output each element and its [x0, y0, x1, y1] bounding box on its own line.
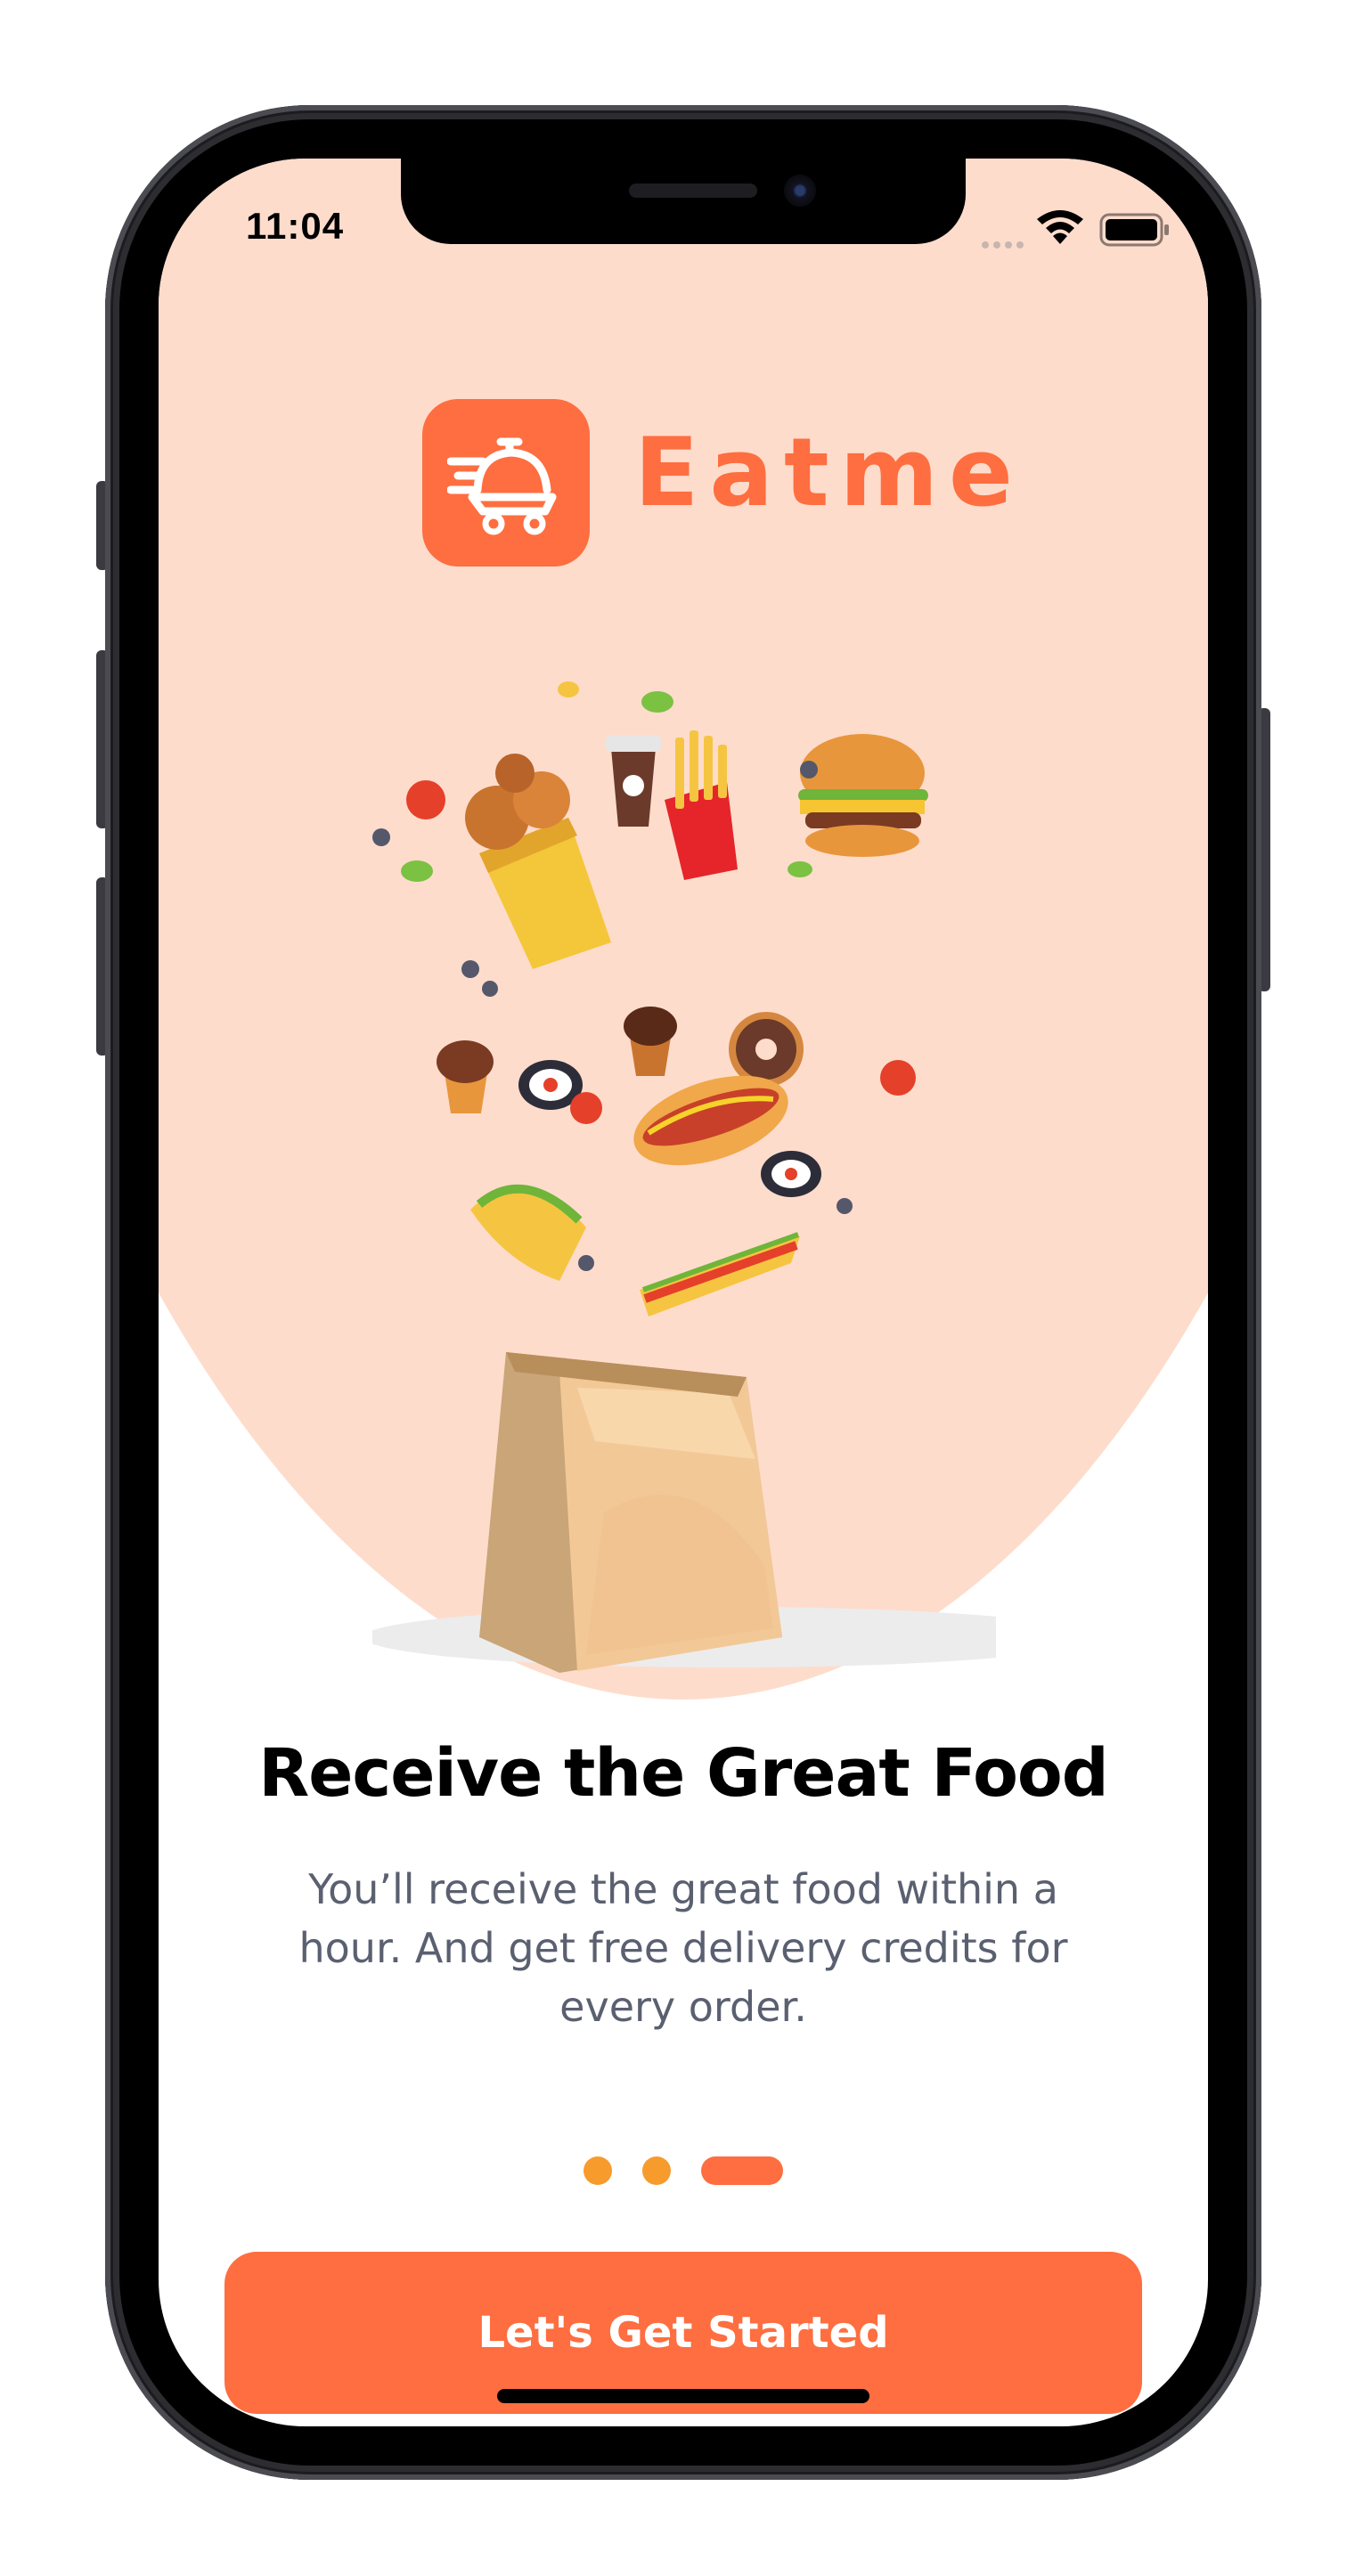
front-camera: [784, 175, 816, 207]
page-dot-1[interactable]: [584, 2156, 612, 2185]
brand-name: Eatme: [634, 418, 1024, 527]
lettuce-leaves: [401, 681, 812, 882]
sandwich: [640, 1232, 800, 1317]
food-bag-illustration: [372, 681, 996, 1673]
status-time: 11:04: [246, 205, 345, 247]
phone-frame: 11:04 Eatme Receive the Great Food You’l…: [105, 105, 1261, 2480]
page-indicator: [159, 2156, 1208, 2185]
taco: [470, 1184, 586, 1281]
home-indicator[interactable]: [497, 2389, 869, 2403]
battery-icon: [1099, 213, 1169, 247]
delivery-cloche-icon: [447, 437, 557, 535]
page-dot-3-active[interactable]: [701, 2156, 783, 2185]
fried-chicken-bucket: [465, 754, 611, 969]
page-dot-2[interactable]: [642, 2156, 671, 2185]
app-logo-icon: [422, 399, 590, 567]
chocolate-muffin: [624, 1007, 677, 1076]
onboarding-description: You’ll receive the great food within a h…: [298, 1865, 1068, 2031]
coffee-cup: [606, 736, 661, 827]
paper-bag: [479, 1352, 782, 1673]
notch: [401, 159, 966, 244]
cellular-signal-icon: [982, 235, 1028, 249]
burger: [798, 734, 928, 857]
french-fries: [665, 730, 738, 880]
app-screen: 11:04 Eatme Receive the Great Food You’l…: [159, 159, 1208, 2426]
wifi-icon: [1037, 210, 1083, 244]
donut: [729, 1012, 804, 1087]
speaker-grille: [629, 183, 757, 198]
muffin: [437, 1040, 494, 1113]
onboarding-title: Receive the Great Food: [258, 1735, 1108, 1812]
